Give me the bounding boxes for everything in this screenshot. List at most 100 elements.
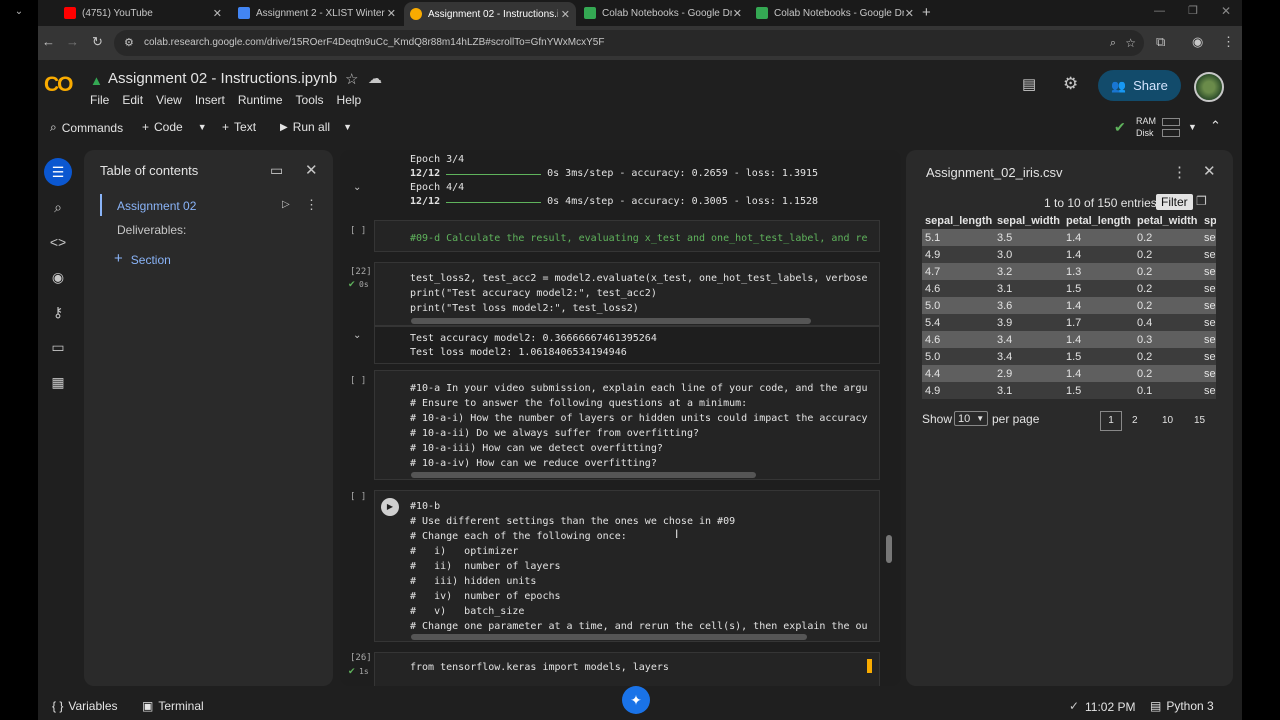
- tab-youtube[interactable]: (4751) YouTube ✕: [58, 3, 228, 23]
- table-row[interactable]: 4.7 3.2 1.3 0.2 se: [922, 263, 1216, 280]
- colab-logo[interactable]: CO: [44, 73, 73, 97]
- table-row[interactable]: 4.4 2.9 1.4 0.2 se: [922, 365, 1216, 382]
- run-all-button[interactable]: ▶ Run all ▼: [280, 120, 352, 134]
- toc-icon[interactable]: ☰: [44, 158, 72, 186]
- bookmark-star-icon[interactable]: ☆: [1125, 30, 1136, 56]
- horizontal-scrollbar[interactable]: [411, 634, 807, 640]
- add-code-button[interactable]: + Code ▼: [142, 120, 207, 134]
- tab-colab-instructions[interactable]: Assignment 02 - Instructions.ip ✕: [404, 2, 576, 26]
- page-button-2[interactable]: 2: [1132, 415, 1138, 426]
- extensions-icon[interactable]: ⧉: [1156, 34, 1165, 50]
- add-text-button[interactable]: + Text: [222, 120, 256, 134]
- section-more-icon[interactable]: ⋮: [305, 197, 318, 213]
- open-in-tab-icon[interactable]: ▭: [270, 162, 283, 179]
- terminal-button[interactable]: ▣ Terminal: [142, 699, 204, 713]
- table-row[interactable]: 5.4 3.9 1.7 0.4 se: [922, 314, 1216, 331]
- reload-icon[interactable]: ↻: [92, 34, 103, 50]
- comment-icon[interactable]: ▤: [1022, 75, 1036, 93]
- table-row[interactable]: 5.0 3.6 1.4 0.2 se: [922, 297, 1216, 314]
- run-cell-button[interactable]: ▶: [381, 498, 399, 516]
- tab-assignment-xlist[interactable]: Assignment 2 - XLIST Winter 20 ✕: [232, 3, 402, 23]
- close-tab-icon[interactable]: ✕: [561, 8, 570, 21]
- table-row[interactable]: 4.9 3.0 1.4 0.2 se: [922, 246, 1216, 263]
- account-avatar[interactable]: [1194, 72, 1224, 102]
- collapse-output-chevron-icon[interactable]: ⌄: [353, 330, 361, 341]
- code-cell-26[interactable]: from tensorflow.keras import models, lay…: [374, 652, 880, 686]
- table-row[interactable]: 5.0 3.4 1.5 0.2 se: [922, 348, 1216, 365]
- table-row[interactable]: 4.6 3.4 1.4 0.3 se: [922, 331, 1216, 348]
- tab-drive-1[interactable]: Colab Notebooks - Google Driv ✕: [578, 3, 748, 23]
- filter-button[interactable]: Filter: [1156, 194, 1193, 210]
- menu-edit[interactable]: Edit: [122, 93, 143, 107]
- site-info-icon[interactable]: ⚙: [124, 30, 134, 56]
- column-header[interactable]: petal_width: [1134, 212, 1201, 229]
- collapse-output-chevron-icon[interactable]: ⌄: [353, 182, 361, 193]
- table-row[interactable]: 5.1 3.5 1.4 0.2 se: [922, 229, 1216, 246]
- menu-insert[interactable]: Insert: [195, 93, 225, 107]
- close-window-button[interactable]: ✕: [1221, 4, 1231, 18]
- cloud-icon[interactable]: ☁: [368, 70, 382, 87]
- code-cell-10b[interactable]: ▶ #10-b # Use different settings than th…: [374, 490, 880, 642]
- notebook-title[interactable]: Assignment 02 - Instructions.ipynb: [108, 70, 337, 87]
- tab-drive-2[interactable]: Colab Notebooks - Google Driv ✕: [750, 3, 920, 23]
- chevron-down-icon[interactable]: ▼: [343, 122, 352, 132]
- profile-icon[interactable]: ◉: [1192, 34, 1203, 50]
- gemini-button[interactable]: ✦: [622, 686, 650, 714]
- add-section-button[interactable]: + Section: [114, 251, 171, 267]
- column-header[interactable]: sepal_width: [994, 212, 1063, 229]
- collapse-icon[interactable]: ⌃: [1210, 118, 1221, 134]
- data-table-icon[interactable]: ▦: [44, 368, 72, 396]
- code-cell-22[interactable]: test_loss2, test_acc2 = model2.evaluate(…: [374, 262, 880, 326]
- copy-icon[interactable]: ❐: [1196, 194, 1207, 208]
- per-page-select[interactable]: 10 ▼: [954, 411, 988, 426]
- new-tab-button[interactable]: +: [922, 4, 931, 21]
- share-button[interactable]: 👥 Share: [1098, 70, 1181, 101]
- variables-button[interactable]: { } Variables: [52, 699, 118, 713]
- horizontal-scrollbar[interactable]: [411, 318, 811, 324]
- column-header[interactable]: petal_length: [1063, 212, 1134, 229]
- menu-tools[interactable]: Tools: [296, 93, 324, 107]
- star-icon[interactable]: ☆: [345, 70, 358, 88]
- find-icon[interactable]: ⌕: [44, 193, 72, 221]
- menu-view[interactable]: View: [156, 93, 182, 107]
- files-folder-icon[interactable]: ▭: [44, 333, 72, 361]
- menu-runtime[interactable]: Runtime: [238, 93, 283, 107]
- browser-menu-icon[interactable]: ⋮: [1222, 34, 1235, 50]
- maximize-button[interactable]: ❐: [1188, 4, 1198, 17]
- close-tab-icon[interactable]: ✕: [387, 7, 396, 20]
- variables-inspector-icon[interactable]: ◉: [44, 263, 72, 291]
- toc-item-assignment-02[interactable]: Assignment 02: [117, 199, 196, 213]
- close-tab-icon[interactable]: ✕: [905, 7, 914, 20]
- table-row[interactable]: 4.6 3.1 1.5 0.2 se: [922, 280, 1216, 297]
- page-button-15[interactable]: 15: [1194, 415, 1205, 426]
- resource-monitor[interactable]: RAM Disk: [1136, 115, 1156, 139]
- close-icon[interactable]: ✕: [305, 161, 318, 179]
- settings-gear-icon[interactable]: ⚙: [1063, 74, 1078, 94]
- commands-button[interactable]: ⌕ Commands: [50, 120, 123, 135]
- back-icon[interactable]: ←: [42, 34, 55, 49]
- page-button-1[interactable]: 1: [1100, 411, 1122, 431]
- close-tab-icon[interactable]: ✕: [213, 7, 222, 20]
- table-row[interactable]: 4.9 3.1 1.5 0.1 se: [922, 382, 1216, 399]
- code-cell-10a[interactable]: #10-a In your video submission, explain …: [374, 370, 880, 480]
- vertical-scrollbar[interactable]: [886, 535, 892, 563]
- run-section-play-icon[interactable]: ▷: [282, 199, 290, 210]
- column-header[interactable]: sp: [1201, 212, 1216, 229]
- more-options-icon[interactable]: ⋮: [1172, 163, 1187, 181]
- zoom-icon[interactable]: ⌕: [1110, 30, 1116, 56]
- column-header[interactable]: sepal_length: [922, 212, 994, 229]
- menu-help[interactable]: Help: [337, 93, 362, 107]
- toc-item-deliverables[interactable]: Deliverables:: [117, 223, 186, 237]
- close-icon[interactable]: ✕: [1203, 162, 1216, 180]
- minimize-button[interactable]: —: [1154, 5, 1165, 17]
- forward-icon[interactable]: →: [66, 34, 79, 49]
- url-input[interactable]: ⚙ colab.research.google.com/drive/15ROer…: [114, 30, 1144, 56]
- menu-file[interactable]: File: [90, 93, 109, 107]
- code-snippets-icon[interactable]: <>: [44, 228, 72, 256]
- tab-search-icon[interactable]: ⌄: [8, 6, 30, 20]
- code-cell-09d[interactable]: #09-d Calculate the result, evaluating x…: [374, 220, 880, 252]
- chevron-down-icon[interactable]: ▼: [198, 122, 207, 132]
- secrets-key-icon[interactable]: ⚷: [44, 298, 72, 326]
- runtime-indicator[interactable]: ▤ Python 3: [1150, 699, 1214, 713]
- horizontal-scrollbar[interactable]: [411, 472, 756, 478]
